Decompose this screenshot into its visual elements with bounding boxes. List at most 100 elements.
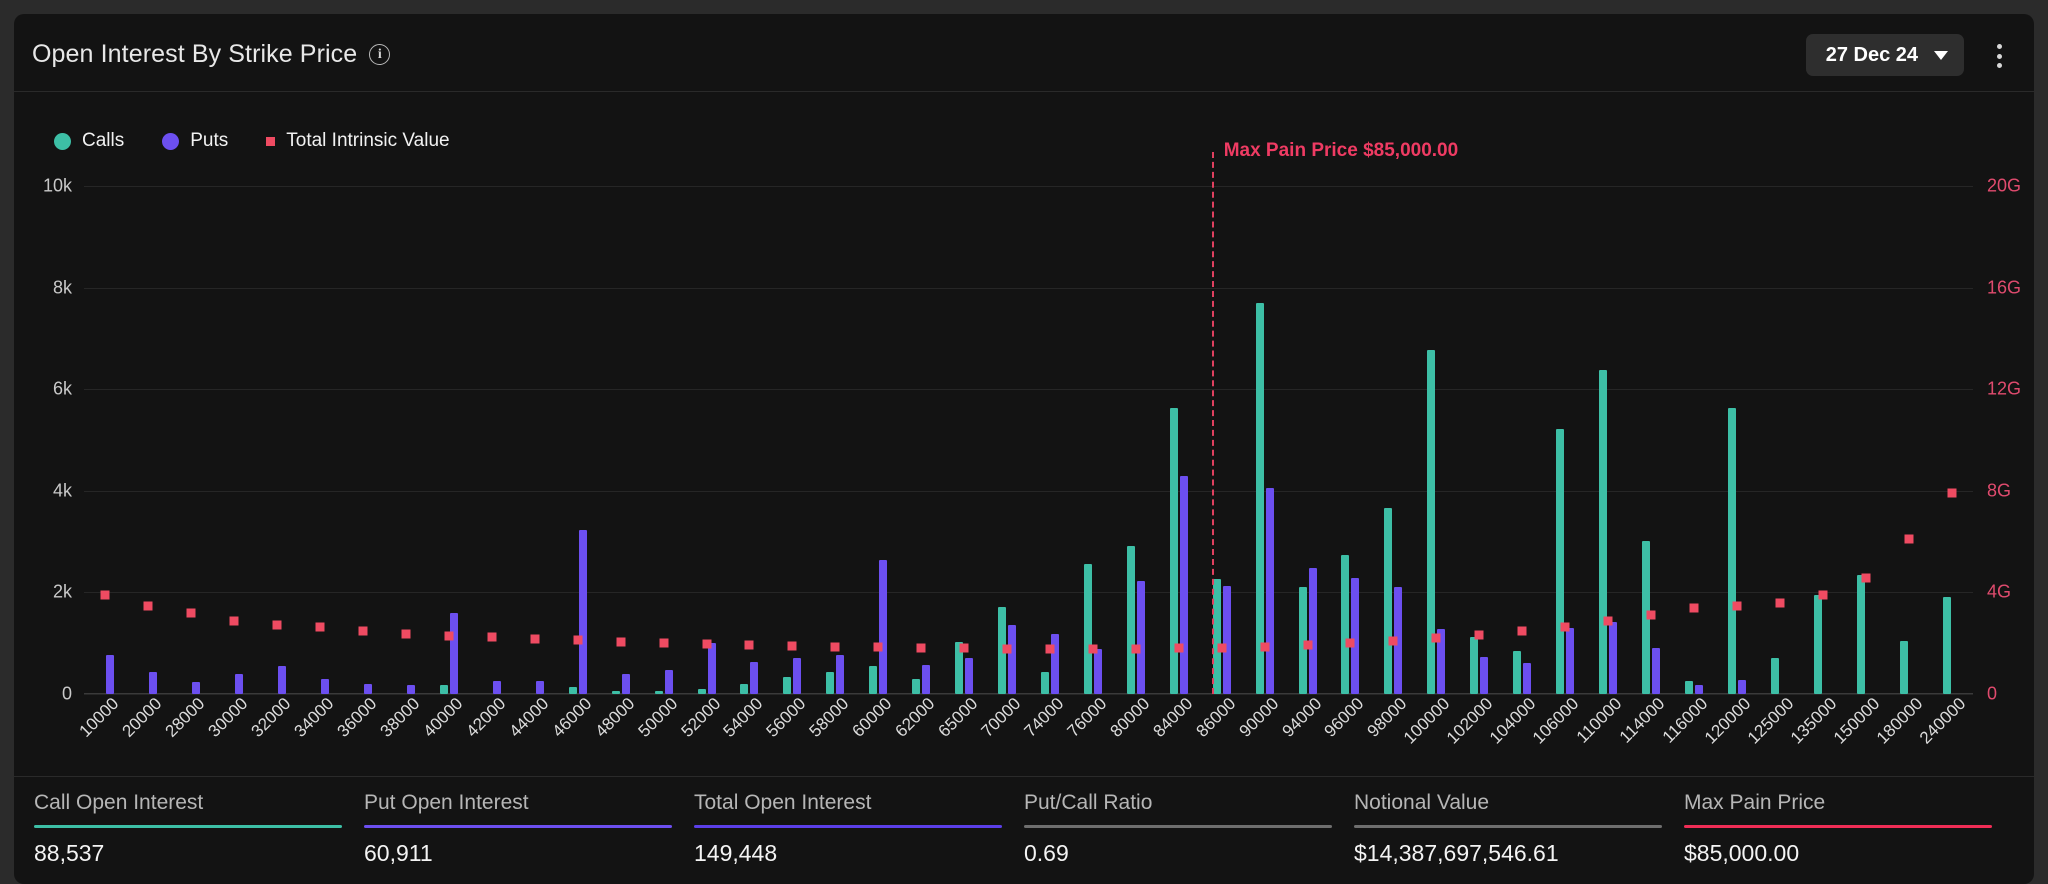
call-bar[interactable]: [1256, 303, 1264, 694]
put-bar[interactable]: [536, 681, 544, 694]
intrinsic-value-point[interactable]: [831, 642, 840, 651]
info-icon[interactable]: i: [369, 44, 390, 65]
intrinsic-value-point[interactable]: [101, 590, 110, 599]
legend-item-puts[interactable]: Puts: [162, 130, 228, 152]
call-bar[interactable]: [1599, 370, 1607, 694]
intrinsic-value-point[interactable]: [1217, 643, 1226, 652]
put-bar[interactable]: [1266, 488, 1274, 694]
put-bar[interactable]: [708, 643, 716, 694]
intrinsic-value-point[interactable]: [1303, 641, 1312, 650]
put-bar[interactable]: [450, 613, 458, 694]
call-bar[interactable]: [1513, 651, 1521, 694]
put-bar[interactable]: [1094, 649, 1102, 694]
intrinsic-value-point[interactable]: [1432, 634, 1441, 643]
call-bar[interactable]: [698, 689, 706, 694]
intrinsic-value-point[interactable]: [659, 639, 668, 648]
put-bar[interactable]: [836, 655, 844, 694]
call-bar[interactable]: [1685, 681, 1693, 694]
put-bar[interactable]: [364, 684, 372, 694]
intrinsic-value-point[interactable]: [1861, 574, 1870, 583]
intrinsic-value-point[interactable]: [917, 643, 926, 652]
call-bar[interactable]: [869, 666, 877, 694]
intrinsic-value-point[interactable]: [187, 609, 196, 618]
intrinsic-value-point[interactable]: [745, 640, 754, 649]
intrinsic-value-point[interactable]: [874, 643, 883, 652]
intrinsic-value-point[interactable]: [788, 642, 797, 651]
put-bar[interactable]: [793, 658, 801, 694]
put-bar[interactable]: [1137, 581, 1145, 694]
intrinsic-value-point[interactable]: [1732, 602, 1741, 611]
put-bar[interactable]: [750, 662, 758, 695]
put-bar[interactable]: [192, 682, 200, 694]
intrinsic-value-point[interactable]: [1818, 590, 1827, 599]
put-bar[interactable]: [321, 679, 329, 694]
put-bar[interactable]: [1180, 476, 1188, 694]
call-bar[interactable]: [826, 672, 834, 694]
expiry-date-selector[interactable]: 27 Dec 24: [1806, 34, 1964, 76]
put-bar[interactable]: [965, 658, 973, 694]
put-bar[interactable]: [1480, 657, 1488, 694]
intrinsic-value-point[interactable]: [616, 637, 625, 646]
put-bar[interactable]: [665, 670, 673, 694]
call-bar[interactable]: [1857, 575, 1865, 694]
intrinsic-value-point[interactable]: [1174, 644, 1183, 653]
put-bar[interactable]: [579, 530, 587, 694]
intrinsic-value-point[interactable]: [1003, 644, 1012, 653]
intrinsic-value-point[interactable]: [702, 640, 711, 649]
put-bar[interactable]: [1523, 663, 1531, 694]
call-bar[interactable]: [1814, 595, 1822, 694]
put-bar[interactable]: [1609, 622, 1617, 694]
call-bar[interactable]: [440, 685, 448, 694]
intrinsic-value-point[interactable]: [1947, 489, 1956, 498]
call-bar[interactable]: [783, 677, 791, 694]
intrinsic-value-point[interactable]: [1346, 639, 1355, 648]
intrinsic-value-point[interactable]: [1389, 637, 1398, 646]
intrinsic-value-point[interactable]: [1647, 611, 1656, 620]
intrinsic-value-point[interactable]: [1904, 535, 1913, 544]
intrinsic-value-point[interactable]: [1775, 598, 1784, 607]
put-bar[interactable]: [278, 666, 286, 694]
intrinsic-value-point[interactable]: [1260, 642, 1269, 651]
put-bar[interactable]: [1008, 625, 1016, 694]
intrinsic-value-point[interactable]: [960, 644, 969, 653]
put-bar[interactable]: [1652, 648, 1660, 694]
intrinsic-value-point[interactable]: [1088, 645, 1097, 654]
call-bar[interactable]: [1341, 555, 1349, 694]
put-bar[interactable]: [149, 672, 157, 694]
intrinsic-value-point[interactable]: [230, 616, 239, 625]
call-bar[interactable]: [1041, 672, 1049, 694]
put-bar[interactable]: [879, 560, 887, 694]
call-bar[interactable]: [569, 687, 577, 694]
call-bar[interactable]: [1771, 658, 1779, 694]
put-bar[interactable]: [1223, 586, 1231, 694]
call-bar[interactable]: [612, 691, 620, 694]
put-bar[interactable]: [407, 685, 415, 694]
call-bar[interactable]: [655, 691, 663, 694]
intrinsic-value-point[interactable]: [444, 631, 453, 640]
put-bar[interactable]: [1309, 568, 1317, 694]
intrinsic-value-point[interactable]: [1604, 617, 1613, 626]
call-bar[interactable]: [1900, 641, 1908, 694]
intrinsic-value-point[interactable]: [1561, 622, 1570, 631]
intrinsic-value-point[interactable]: [1131, 644, 1140, 653]
call-bar[interactable]: [1213, 579, 1221, 694]
put-bar[interactable]: [493, 681, 501, 694]
put-bar[interactable]: [1566, 628, 1574, 694]
intrinsic-value-point[interactable]: [144, 602, 153, 611]
legend-item-intrinsic-value[interactable]: Total Intrinsic Value: [266, 130, 449, 152]
legend-item-calls[interactable]: Calls: [54, 130, 124, 152]
intrinsic-value-point[interactable]: [1045, 644, 1054, 653]
call-bar[interactable]: [912, 679, 920, 694]
intrinsic-value-point[interactable]: [487, 633, 496, 642]
intrinsic-value-point[interactable]: [530, 634, 539, 643]
intrinsic-value-point[interactable]: [1518, 627, 1527, 636]
chart-plot-area[interactable]: 002k4G4k8G6k12G8k16G10k20G10000200002800…: [84, 186, 1973, 694]
call-bar[interactable]: [1728, 408, 1736, 694]
call-bar[interactable]: [740, 684, 748, 694]
put-bar[interactable]: [1738, 680, 1746, 694]
call-bar[interactable]: [1384, 508, 1392, 694]
put-bar[interactable]: [1695, 685, 1703, 694]
call-bar[interactable]: [1943, 597, 1951, 694]
call-bar[interactable]: [1127, 546, 1135, 694]
call-bar[interactable]: [1556, 429, 1564, 694]
